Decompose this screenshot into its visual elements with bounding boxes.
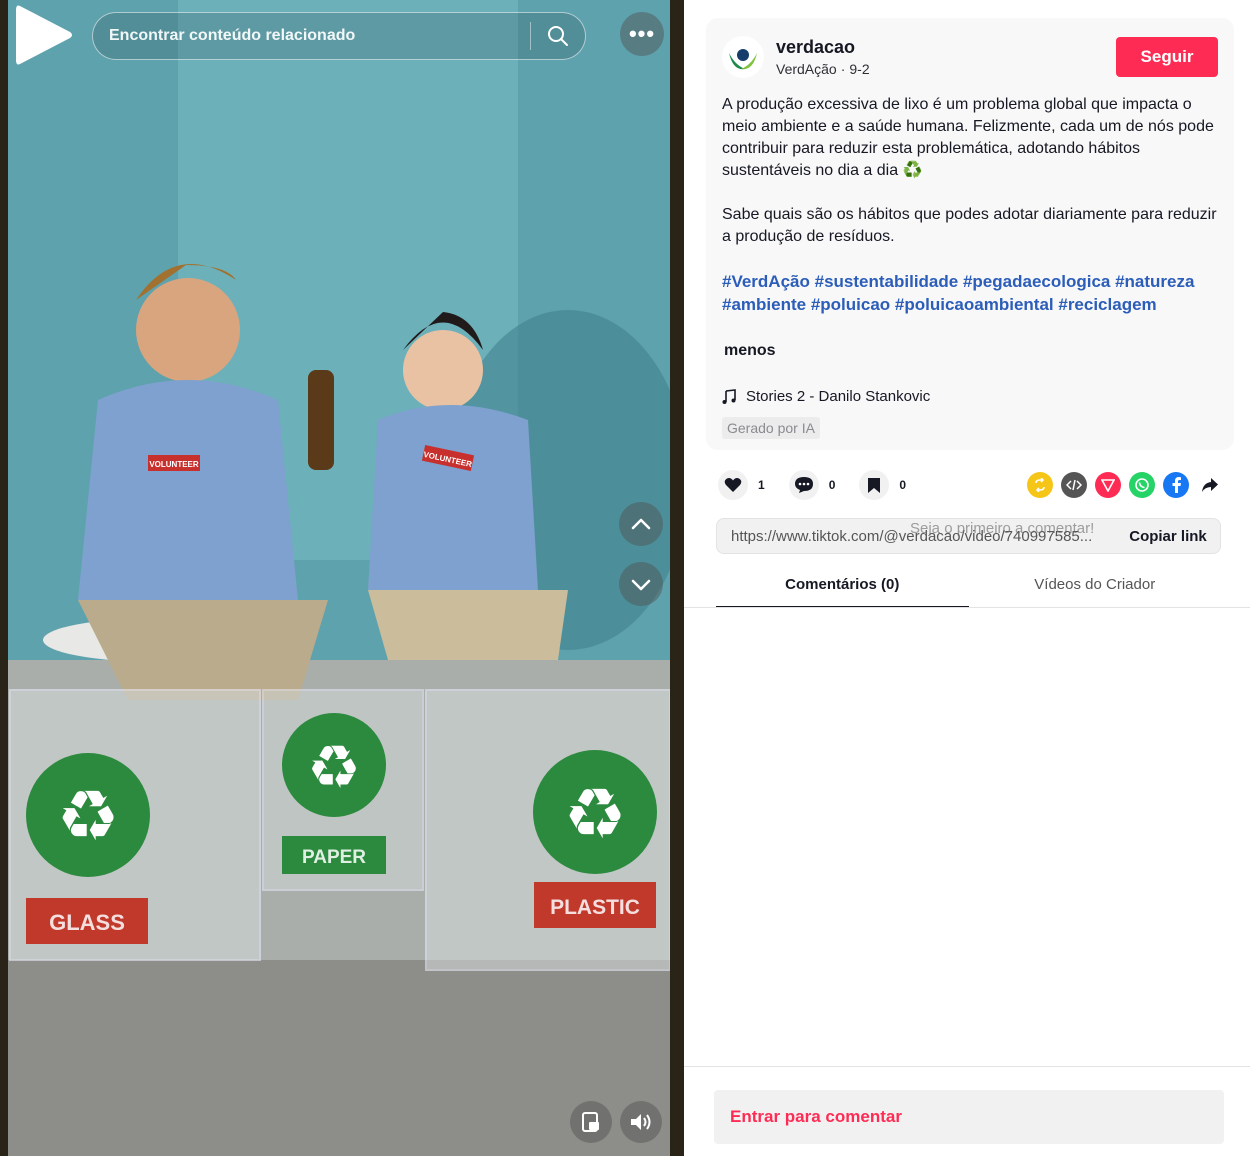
comment-icon [788,470,819,500]
separator: · [840,61,846,77]
hashtag-link[interactable]: #VerdAção [722,272,810,291]
whatsapp-icon[interactable] [1129,472,1155,498]
search-bar[interactable] [92,12,586,60]
hashtag-link[interactable]: #pegadaecologica [963,272,1110,291]
comment-button[interactable]: 0 [788,470,836,500]
music-row[interactable]: Stories 2 - Danilo Stankovic [722,388,1218,405]
volume-icon [631,1114,651,1130]
description-card: verdacao VerdAção · 9-2 Seguir A produçã… [706,18,1234,450]
empty-comments-hint: Seja o primeiro a comentar! [910,520,1095,537]
post-description: A produção excessiva de lixo é um proble… [722,94,1222,248]
previous-video-button[interactable] [619,502,663,546]
details-panel: verdacao VerdAção · 9-2 Seguir A produçã… [684,0,1250,1156]
comment-count: 0 [828,478,836,492]
svg-text:♻: ♻ [57,775,120,857]
hashtag-link[interactable]: #ambiente [722,295,806,314]
tab-comments[interactable]: Comentários (0) [716,566,969,608]
show-less-link[interactable]: menos [724,342,776,360]
description-paragraph-2: Sabe quais são os hábitos que podes adot… [722,206,1217,245]
bin-label-plastic: PLASTIC [550,896,640,919]
save-button[interactable]: 0 [859,470,906,500]
close-icon: ✕ [23,19,49,53]
login-to-comment-button[interactable]: Entrar para comentar [714,1090,1224,1144]
copy-link-button[interactable]: Copiar link [1116,528,1220,545]
more-button[interactable]: ••• [620,12,664,56]
hashtag-link[interactable]: #poluicaoambiental [895,295,1054,314]
hashtags: #VerdAção #sustentabilidade #pegadaecolo… [722,270,1222,316]
repost-icon[interactable] [1027,472,1053,498]
bin-label-paper: PAPER [302,847,366,868]
tabs-bar: Comentários (0) Vídeos do Criador [716,566,1221,608]
like-button[interactable]: 1 [718,470,765,500]
like-count: 1 [758,478,765,492]
hashtag-link[interactable]: #sustentabilidade [815,272,959,291]
description-paragraph-1: A produção excessiva de lixo é um proble… [722,96,1214,179]
floating-player-icon [582,1112,599,1132]
share-arrow-icon[interactable] [1197,472,1223,498]
chevron-down-icon [631,579,651,591]
author-info: verdacao VerdAção · 9-2 [776,37,1116,77]
author-row: verdacao VerdAção · 9-2 Seguir [722,36,1218,78]
next-video-button[interactable] [619,562,663,606]
author-name[interactable]: verdacao [776,37,1116,58]
svg-text:♻: ♻ [307,733,361,803]
ai-generated-badge: Gerado por IA [722,417,820,439]
video-scene: ♻ ♻ ♻ GLASS PAPER PLASTIC VOLUNTEER VOLU… [8,0,670,1156]
search-button[interactable] [531,13,585,59]
actions-bar: 1 0 0 [718,470,1223,500]
tab-creator-videos[interactable]: Vídeos do Criador [969,566,1222,608]
embed-icon[interactable] [1061,472,1087,498]
author-nickname: VerdAção [776,61,837,77]
more-icon: ••• [628,21,656,46]
music-note-icon [722,388,736,404]
divider [684,607,1250,608]
video-player[interactable]: ♻ ♻ ♻ GLASS PAPER PLASTIC VOLUNTEER VOLU… [0,0,684,1156]
hashtag-link[interactable]: #natureza [1115,272,1194,291]
bin-label-glass: GLASS [49,910,125,935]
hashtag-link[interactable]: #poluicao [811,295,890,314]
close-button[interactable]: ✕ [14,14,58,58]
shirt-label-man: VOLUNTEER [149,460,199,469]
chevron-up-icon [631,518,651,530]
follow-button[interactable]: Seguir [1116,37,1218,77]
share-options [1027,472,1223,498]
svg-text:♻: ♻ [564,773,627,855]
author-subline: VerdAção · 9-2 [776,61,1116,77]
video-frame[interactable]: ♻ ♻ ♻ GLASS PAPER PLASTIC VOLUNTEER VOLU… [8,0,670,1156]
divider [684,1066,1250,1067]
hashtag-link[interactable]: #reciclagem [1058,295,1156,314]
bookmark-icon [859,470,890,500]
verdacao-logo-icon [729,49,757,70]
heart-icon [718,470,748,500]
volume-button[interactable] [620,1101,662,1143]
search-input[interactable] [93,13,530,59]
search-icon [548,26,568,46]
send-icon[interactable] [1095,472,1121,498]
facebook-icon[interactable] [1163,472,1189,498]
floating-player-button[interactable] [570,1101,612,1143]
music-title[interactable]: Stories 2 - Danilo Stankovic [746,388,930,405]
avatar[interactable] [722,36,764,78]
save-count: 0 [899,478,907,492]
post-date: 9-2 [849,61,870,77]
